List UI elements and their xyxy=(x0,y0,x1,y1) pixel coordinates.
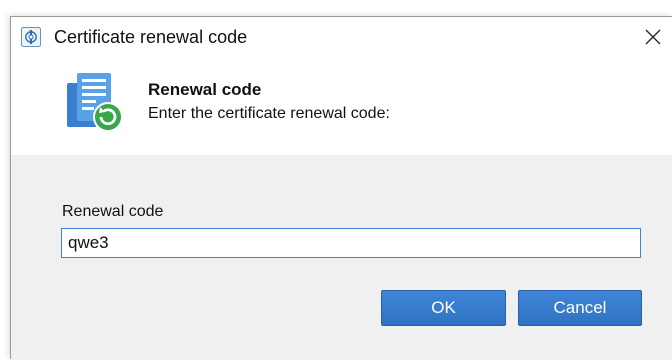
certificate-renew-icon xyxy=(65,69,129,133)
close-icon xyxy=(645,29,661,45)
close-button[interactable] xyxy=(634,17,672,57)
cancel-button[interactable]: Cancel xyxy=(518,290,642,326)
ok-button[interactable]: OK xyxy=(381,290,506,326)
app-logo-icon xyxy=(21,27,41,47)
dialog-window: Certificate renewal code Renewal code En… xyxy=(10,16,672,360)
renewal-code-input[interactable] xyxy=(61,228,641,258)
title-bar: Certificate renewal code xyxy=(11,17,672,57)
window-title: Certificate renewal code xyxy=(54,27,248,47)
renewal-code-label: Renewal code xyxy=(62,203,164,220)
dialog-heading: Renewal code xyxy=(148,80,262,99)
dialog-instruction: Enter the certificate renewal code: xyxy=(148,105,390,122)
